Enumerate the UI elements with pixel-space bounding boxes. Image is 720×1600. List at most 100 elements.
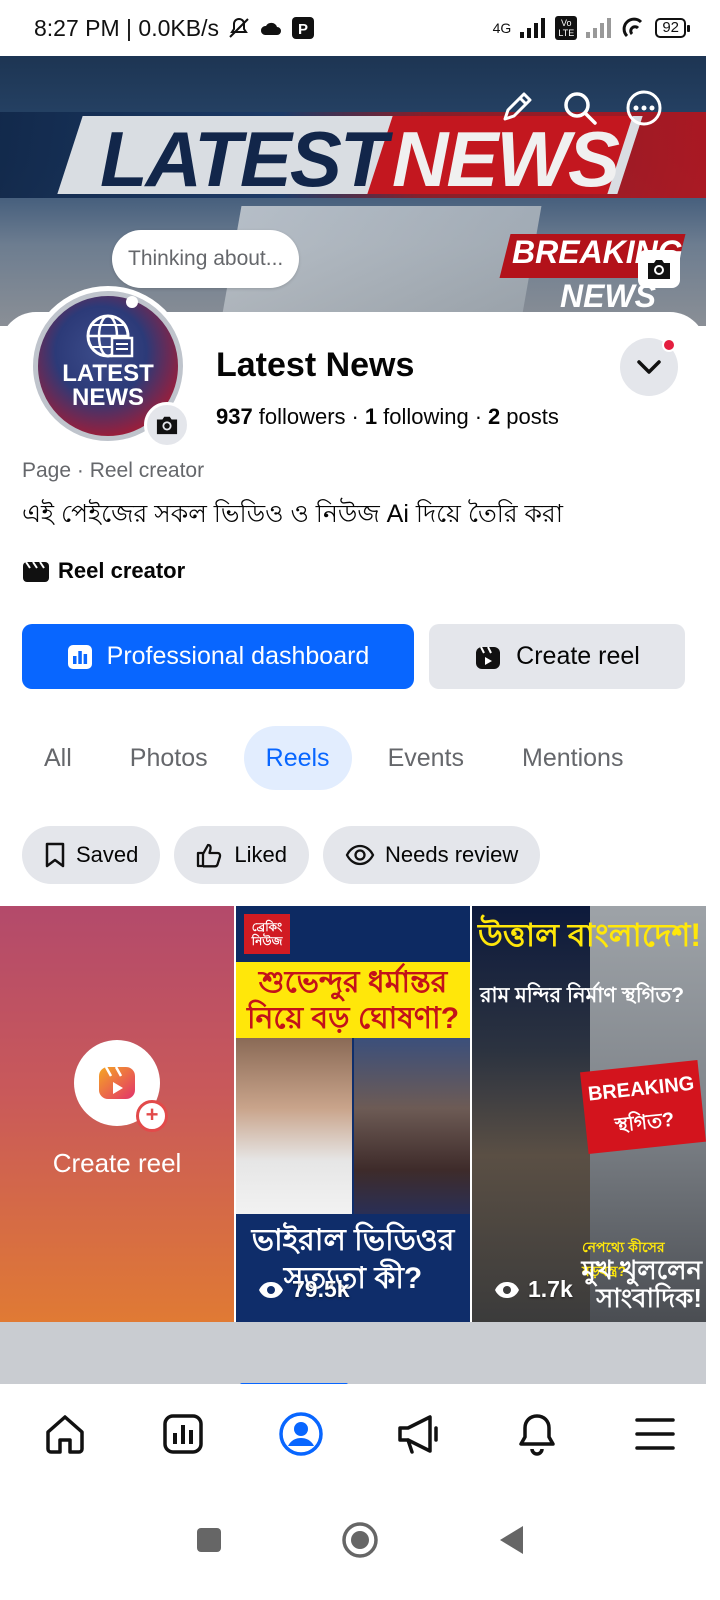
bottom-navigation	[0, 1384, 720, 1484]
filter-needs-review-chip[interactable]: Needs review	[322, 826, 541, 884]
globe-newspaper-icon	[86, 314, 134, 358]
reel-thumbnail[interactable]: ব্রেকিং নিউজ শুভেন্দুর ধর্মান্তর নিয়ে ব…	[236, 906, 470, 1322]
square-icon	[197, 1527, 221, 1552]
nav-menu[interactable]	[615, 1394, 695, 1474]
create-reel-circle: +	[74, 1039, 168, 1132]
avatar-text-news: NEWS	[72, 384, 144, 411]
reel-headline: শুভেন্দুর ধর্মান্তর নিয়ে বড় ঘোষণা?	[236, 962, 470, 1038]
nav-dashboard[interactable]	[143, 1394, 223, 1474]
profile-icon	[279, 1412, 323, 1456]
dashboard-icon	[163, 1414, 203, 1454]
hamburger-menu-icon	[635, 1418, 675, 1450]
reel-filters: Saved Liked Needs review	[22, 826, 541, 884]
reel-footer-text: ভাইরাল ভিডিওর সত্যতা কী?	[236, 1214, 470, 1322]
eye-icon	[345, 844, 375, 866]
plus-icon: +	[136, 1099, 168, 1132]
stats-separator: ·	[474, 404, 483, 429]
profile-stats: 937 followers · 1 following · 2 posts	[216, 404, 559, 430]
cover-headline-latest: LATEST	[100, 115, 388, 203]
megaphone-icon	[398, 1415, 438, 1454]
back-button[interactable]	[497, 1524, 525, 1561]
filter-liked-label: Liked	[234, 842, 287, 867]
content-divider	[0, 1322, 706, 1384]
followers-label[interactable]: followers	[259, 404, 346, 430]
breaking-news-badge: ব্রেকিং নিউজ	[244, 914, 290, 954]
nav-profile[interactable]	[261, 1394, 341, 1474]
page-title: Latest News	[216, 346, 415, 384]
edit-profile-picture-camera-icon[interactable]	[144, 402, 190, 448]
following-count[interactable]: 1	[365, 404, 377, 430]
profile-switch-dropdown-button[interactable]	[620, 338, 678, 396]
filter-saved-chip[interactable]: Saved	[22, 826, 161, 884]
cloud-icon	[259, 19, 283, 37]
eye-icon	[495, 1281, 519, 1298]
stats-separator: ·	[351, 404, 359, 429]
reels-app-icon	[99, 1065, 135, 1099]
edit-cover-camera-icon[interactable]	[638, 250, 680, 288]
bell-icon	[519, 1414, 555, 1456]
bookmark-icon	[45, 842, 65, 868]
back-triangle-icon	[500, 1525, 523, 1554]
page-bio: এই পেইজের সকল ভিডিও ও নিউজ Ai দিয়ে তৈরি…	[22, 500, 564, 528]
thumbs-up-icon	[197, 843, 222, 868]
tab-reels[interactable]: Reels	[243, 726, 352, 790]
mute-icon	[227, 16, 251, 40]
chevron-down-icon	[637, 360, 661, 374]
recent-apps-button[interactable]	[195, 1526, 223, 1559]
reel-photo-left	[236, 1038, 352, 1214]
edit-icon[interactable]	[496, 88, 536, 128]
status-time: 8:27 PM | 0.0KB/s	[34, 14, 219, 41]
nav-home[interactable]	[25, 1394, 105, 1474]
home-button[interactable]	[341, 1521, 379, 1564]
tab-events[interactable]: Events	[366, 726, 486, 790]
home-icon	[46, 1415, 84, 1454]
reel-views: 1.7k	[494, 1276, 573, 1303]
reel-view-count: 79.5k	[292, 1276, 350, 1302]
reel-headline: উত্তাল বাংলাদেশ!	[478, 917, 702, 953]
reel-footer-text: মুখ খুললেন সাংবাদিক!	[581, 1255, 702, 1313]
create-reel-tile[interactable]: + Create reel	[0, 906, 234, 1322]
create-reel-label: Create reel	[516, 642, 640, 670]
posts-label[interactable]: posts	[506, 404, 559, 430]
system-navigation-bar	[0, 1484, 720, 1600]
battery-indicator: 92	[655, 18, 690, 38]
create-reel-button[interactable]: Create reel	[429, 624, 685, 689]
eye-icon	[259, 1281, 283, 1298]
filter-saved-label: Saved	[76, 842, 139, 867]
reel-creator-label: Reel creator	[58, 558, 186, 583]
thinking-about-bubble[interactable]: Thinking about...	[112, 230, 300, 288]
network-type: 4G	[492, 20, 512, 36]
clapperboard-icon	[23, 561, 49, 582]
tab-all[interactable]: All	[22, 726, 94, 790]
followers-count[interactable]: 937	[216, 404, 253, 430]
search-icon[interactable]	[560, 88, 600, 128]
following-label[interactable]: following	[383, 404, 469, 430]
professional-dashboard-button[interactable]: Professional dashboard	[22, 624, 414, 689]
reel-subheadline: রাম মন্দির নির্মাণ স্থগিত?	[480, 984, 685, 1007]
reel-view-count: 1.7k	[528, 1276, 573, 1302]
notification-dot	[662, 338, 676, 352]
filter-liked-chip[interactable]: Liked	[174, 826, 309, 884]
avatar-status-dot	[126, 296, 138, 308]
tab-photos[interactable]: Photos	[108, 726, 230, 790]
tab-mentions[interactable]: Mentions	[500, 726, 645, 790]
reel-photo-right	[354, 1038, 470, 1214]
reel-breaking-label: BREAKING স্থগিত?	[580, 1060, 706, 1154]
professional-dashboard-label: Professional dashboard	[106, 642, 370, 670]
signal-2-icon	[585, 18, 613, 38]
nav-ads[interactable]	[379, 1394, 459, 1474]
reel-icon	[476, 646, 501, 669]
reel-thumbnail[interactable]: উত্তাল বাংলাদেশ! রাম মন্দির নির্মাণ স্থগ…	[472, 906, 706, 1322]
create-reel-tile-label: Create reel	[52, 1147, 182, 1178]
page-category: Page · Reel creator	[22, 459, 205, 482]
svg-text:P: P	[298, 21, 308, 38]
nav-notifications[interactable]	[497, 1394, 577, 1474]
reels-grid: + Create reel ব্রেকিং নিউজ শুভেন্দুর ধর্…	[0, 906, 706, 1322]
more-options-icon[interactable]	[624, 88, 664, 128]
reel-creator-badge[interactable]: Reel creator	[22, 558, 185, 584]
app-notification-icon: P	[291, 16, 315, 40]
status-bar: 8:27 PM | 0.0KB/s P 4G Vo LTE 92	[0, 0, 720, 56]
posts-count[interactable]: 2	[488, 404, 500, 430]
volte-badge: Vo LTE	[555, 16, 578, 40]
avatar-text-latest: LATEST	[62, 360, 154, 387]
